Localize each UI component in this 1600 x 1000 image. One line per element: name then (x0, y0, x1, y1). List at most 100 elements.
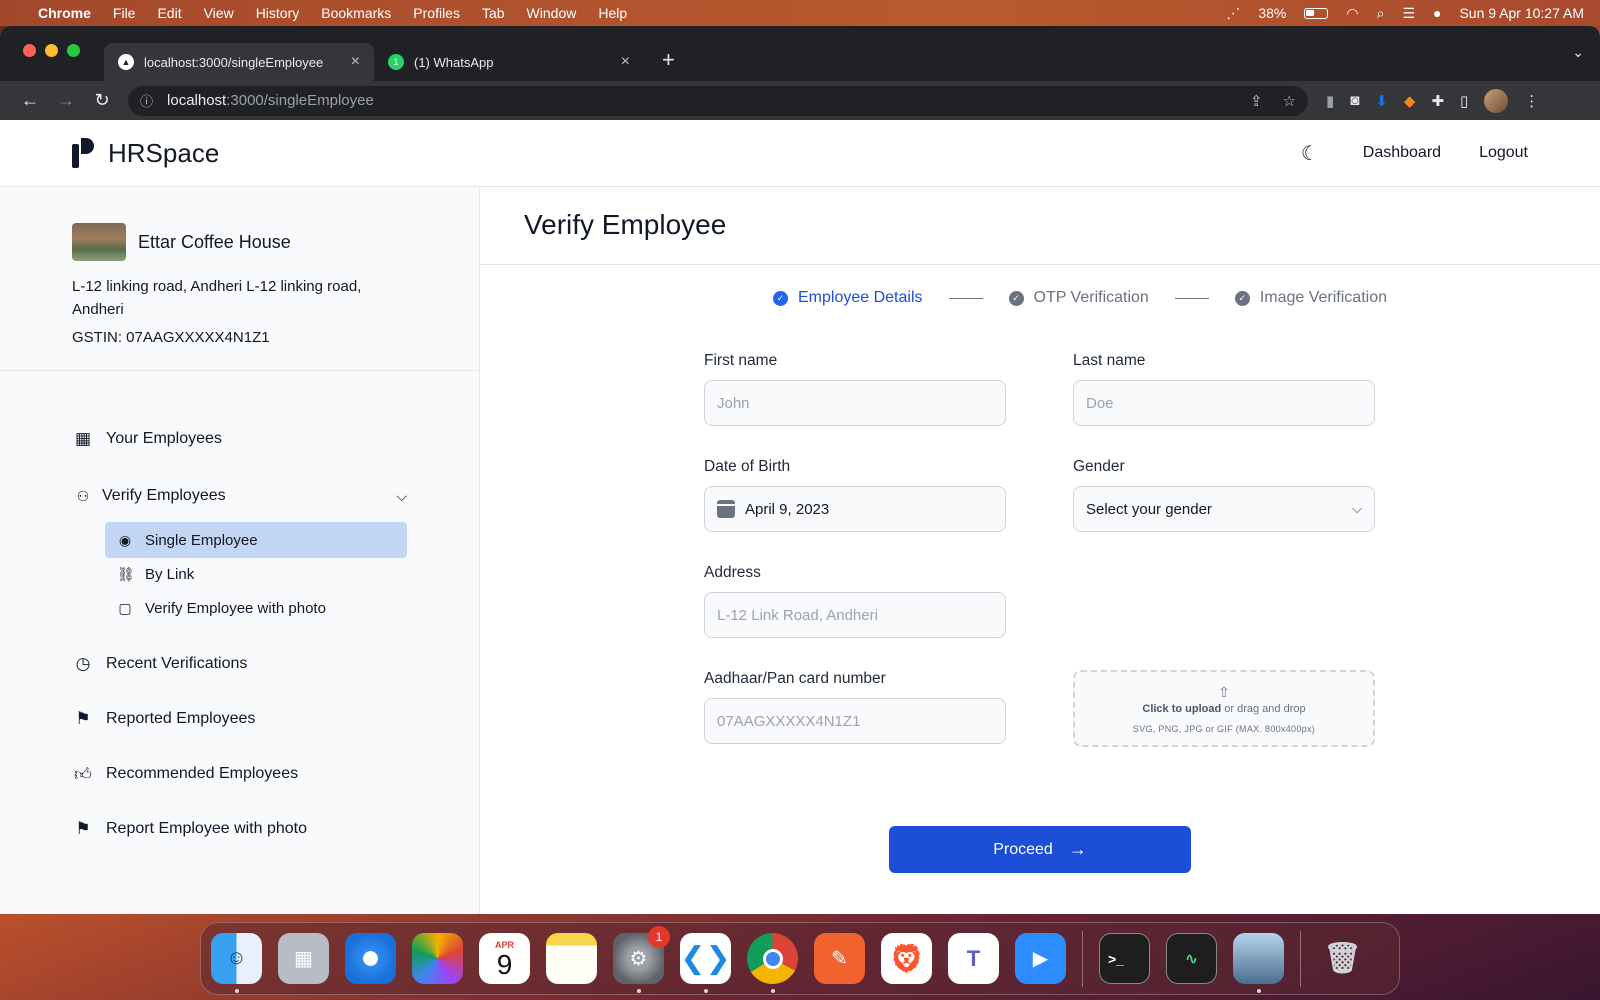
preview-icon[interactable] (1233, 933, 1284, 993)
camera-extension-icon[interactable]: ◙ (1350, 92, 1359, 109)
forward-icon[interactable]: → (48, 90, 84, 111)
tab-whatsapp[interactable]: 1 (1) WhatsApp × (374, 43, 644, 81)
file-upload-dropzone[interactable]: ⇧ Click to upload or drag and drop SVG, … (1073, 670, 1375, 747)
launchpad-icon[interactable]: ▦ (278, 933, 329, 984)
sidebar-item-label: Reported Employees (106, 710, 256, 727)
menu-tab[interactable]: Tab (482, 5, 505, 21)
notes-icon[interactable] (546, 933, 597, 984)
sidebar-item-by-link[interactable]: ⛓ By Link (105, 556, 407, 592)
terminal-icon[interactable]: >_ (1099, 933, 1150, 984)
activity-icon[interactable]: ⋰ (1226, 5, 1240, 22)
menu-view[interactable]: View (204, 5, 234, 21)
brand-logo[interactable]: HRSpace (72, 138, 219, 169)
proceed-button[interactable]: Proceed → (889, 826, 1191, 873)
extension-icon[interactable]: ▮ (1326, 92, 1334, 110)
sidebar-item-reported-employees[interactable]: ⚑ Reported Employees (72, 707, 407, 731)
dark-mode-toggle-icon[interactable]: ☾ (1301, 141, 1319, 166)
profile-avatar[interactable] (1484, 88, 1509, 113)
tab-single-employee[interactable]: ▲ localhost:3000/singleEmployee × (104, 43, 374, 81)
control-center-icon[interactable]: ☰ (1402, 5, 1415, 22)
first-name-input[interactable]: John (704, 380, 1006, 426)
logout-link[interactable]: Logout (1479, 144, 1528, 162)
tab-title: (1) WhatsApp (414, 54, 494, 70)
flag-icon: ⚑ (75, 709, 91, 728)
gender-select[interactable]: Select your gender ⌵ (1073, 486, 1375, 532)
close-tab-icon[interactable]: × (351, 53, 360, 71)
dob-label: Date of Birth (704, 458, 791, 475)
address-bar[interactable]: ⓘ localhost :3000/singleEmployee ⇪ ☆ (128, 85, 1308, 116)
minimize-window-button[interactable] (45, 44, 58, 57)
share-icon[interactable]: ⇪ (1250, 92, 1263, 110)
safari-icon[interactable] (345, 933, 396, 984)
sidebar-nav: ▦ Your Employees ⚇ Verify Employees ⌵ ◉ … (0, 371, 479, 841)
menu-help[interactable]: Help (598, 5, 627, 21)
activity-monitor-icon[interactable]: ∿ (1166, 933, 1217, 984)
dock-separator (1082, 930, 1083, 987)
finder-icon[interactable]: ☺ (211, 933, 262, 993)
menu-window[interactable]: Window (527, 5, 577, 21)
chrome-icon[interactable] (747, 933, 798, 993)
dashboard-link[interactable]: Dashboard (1363, 144, 1441, 162)
photos-icon[interactable] (412, 933, 463, 984)
teams-icon[interactable]: T (948, 933, 999, 984)
menu-edit[interactable]: Edit (157, 5, 181, 21)
sidebar-item-recent-verifications[interactable]: ◷ Recent Verifications (72, 652, 407, 676)
puzzle-extensions-icon[interactable]: ✚ (1431, 92, 1444, 110)
window-controls (23, 44, 80, 57)
clock[interactable]: Sun 9 Apr 10:27 AM (1459, 5, 1584, 21)
battery-icon[interactable] (1304, 7, 1329, 19)
vscode-icon[interactable]: ❮❯ (680, 933, 731, 993)
step-otp-verification: ✓ OTP Verification (1008, 289, 1149, 307)
dob-field: Date of Birth April 9, 2023 (704, 458, 1006, 564)
calendar-icon[interactable]: APR 9 (479, 933, 530, 984)
dob-input[interactable]: April 9, 2023 (704, 486, 1006, 532)
tab-search-chevron-icon[interactable]: ⌄ (1572, 44, 1584, 61)
sidebar-item-your-employees[interactable]: ▦ Your Employees (72, 427, 407, 451)
bookmark-star-icon[interactable]: ☆ (1283, 92, 1296, 110)
zoom-icon[interactable]: ▶ (1015, 933, 1066, 984)
reload-icon[interactable]: ↻ (84, 90, 120, 111)
sidebar-item-label: Verify Employees (102, 487, 226, 504)
trash-icon[interactable]: 🗑︎ (1317, 933, 1368, 984)
site-info-icon[interactable]: ⓘ (140, 91, 153, 110)
sidebar-toggle-icon[interactable]: ▯ (1460, 92, 1468, 110)
upload-hint: SVG, PNG, JPG or GIF (MAX. 800x400px) (1132, 723, 1316, 734)
system-settings-icon[interactable]: ⚙ 1 (613, 926, 670, 993)
back-icon[interactable]: ← (12, 90, 48, 111)
pen-app-icon[interactable]: ✎ (814, 933, 865, 984)
user-circle-icon: ◉ (118, 531, 132, 548)
menu-history[interactable]: History (256, 5, 300, 21)
chevron-down-icon[interactable]: ⌵ (396, 488, 407, 505)
thumbs-up-icon: 👍︎ (74, 764, 92, 784)
flag-icon: ⚑ (75, 819, 91, 838)
download-extension-icon[interactable]: ⬇ (1375, 92, 1388, 110)
siri-icon[interactable]: ● (1433, 5, 1441, 21)
menu-app-name[interactable]: Chrome (38, 5, 91, 21)
sidebar-item-verify-employees[interactable]: ⚇ Verify Employees ⌵ (72, 484, 407, 508)
sidebar-item-recommended-employees[interactable]: 👍︎ Recommended Employees (72, 762, 407, 786)
users-icon: ⚇ (76, 487, 90, 504)
sidebar-item-report-with-photo[interactable]: ⚑ Report Employee with photo (72, 817, 407, 841)
url-host: localhost (167, 92, 227, 109)
address-input[interactable]: L-12 Link Road, Andheri (704, 592, 1006, 638)
new-tab-icon[interactable]: + (662, 47, 675, 73)
sidebar-item-single-employee[interactable]: ◉ Single Employee (105, 522, 407, 558)
menu-profiles[interactable]: Profiles (413, 5, 460, 21)
close-window-button[interactable] (23, 44, 36, 57)
metamask-extension-icon[interactable]: ◆ (1404, 92, 1416, 110)
menu-bookmarks[interactable]: Bookmarks (321, 5, 391, 21)
sidebar-item-verify-with-photo[interactable]: ▢ Verify Employee with photo (105, 590, 407, 626)
id-number-input[interactable]: 07AAGXXXXX4N1Z1 (704, 698, 1006, 744)
link-icon: ⛓ (117, 565, 135, 582)
menu-file[interactable]: File (113, 5, 136, 21)
close-tab-icon[interactable]: × (621, 53, 630, 71)
notification-badge: 1 (648, 926, 670, 948)
calendar-day: 9 (496, 949, 513, 980)
zoom-window-button[interactable] (67, 44, 80, 57)
tab-strip: ▲ localhost:3000/singleEmployee × 1 (1) … (0, 26, 1600, 81)
spotlight-icon[interactable]: ⌕ (1377, 5, 1385, 22)
wifi-icon[interactable]: ◠ (1346, 5, 1358, 22)
last-name-input[interactable]: Doe (1073, 380, 1375, 426)
brave-icon[interactable]: 🦁︎ (881, 933, 932, 984)
chrome-menu-icon[interactable]: ⋮ (1524, 92, 1539, 110)
